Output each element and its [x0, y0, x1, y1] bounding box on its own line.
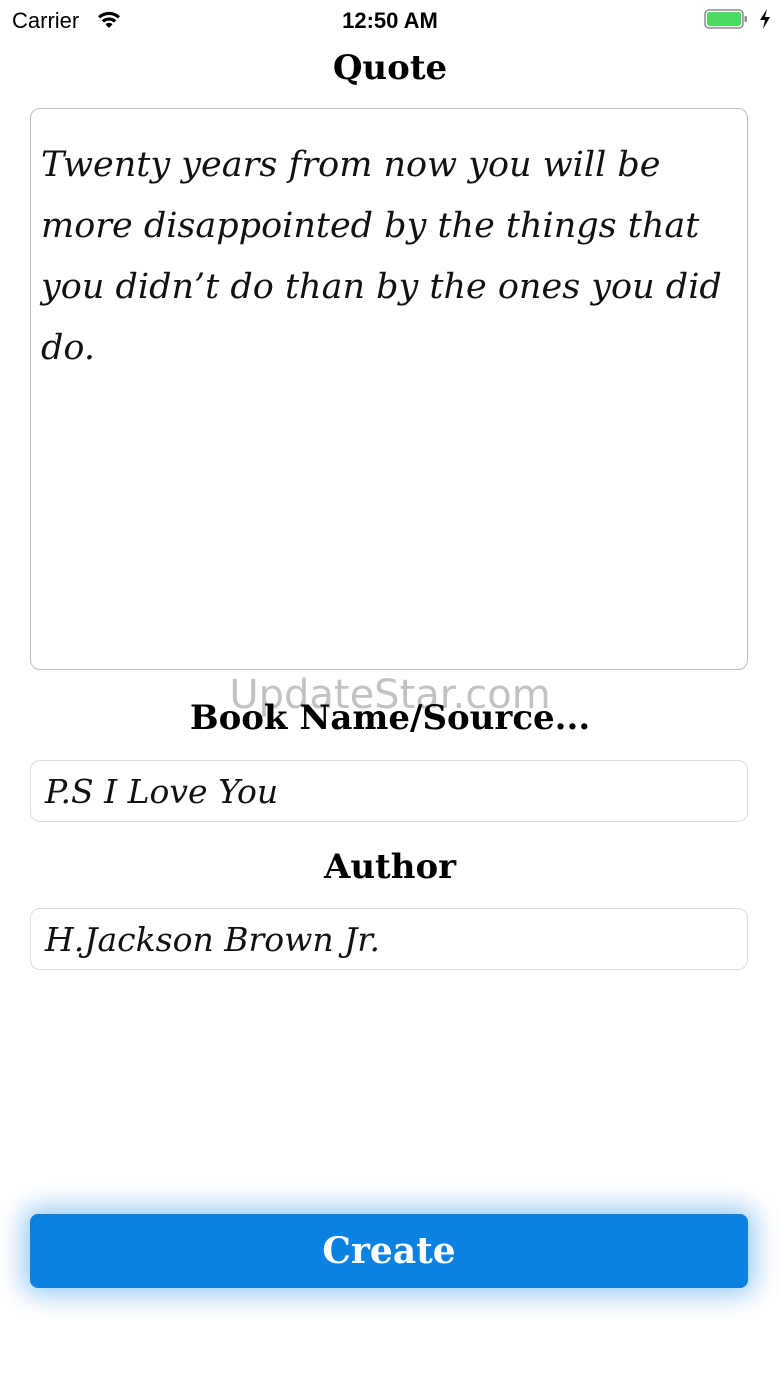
- source-label: Book Name/Source...: [189, 698, 591, 738]
- author-input[interactable]: H.Jackson Brown Jr.: [30, 908, 748, 970]
- quote-textarea[interactable]: Twenty years from now you will be more d…: [30, 108, 748, 670]
- create-button[interactable]: Create: [30, 1214, 748, 1288]
- author-label: Author: [323, 847, 457, 887]
- bolt-icon: [758, 8, 772, 30]
- battery-icon: [704, 9, 748, 29]
- status-time: 12:50 AM: [342, 8, 438, 33]
- status-bar: Carrier 12:50 AM: [0, 0, 780, 40]
- source-input[interactable]: P.S I Love You: [30, 760, 748, 822]
- quote-label: Quote: [332, 48, 448, 88]
